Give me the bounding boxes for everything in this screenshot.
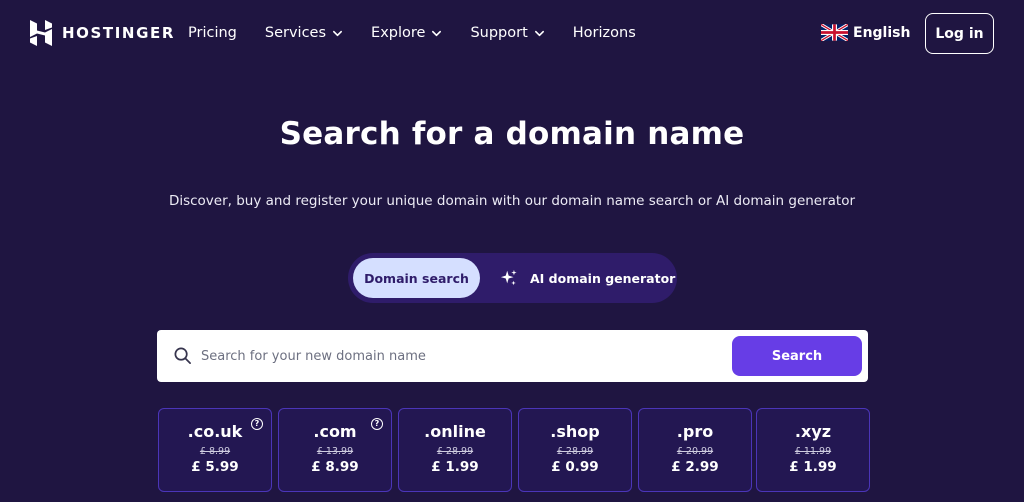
nav-item-label: Explore [371, 25, 426, 41]
language-label: English [853, 24, 911, 41]
tld-new-price: £ 2.99 [671, 459, 719, 475]
language-selector[interactable]: English [821, 24, 910, 41]
tld-card-xyz[interactable]: .xyz £ 11.99 £ 1.99 [756, 408, 870, 492]
domain-search-bar: Search [157, 330, 868, 382]
tld-name: .xyz [794, 422, 832, 441]
tld-card-com[interactable]: .com ? £ 13.99 £ 8.99 [278, 408, 392, 492]
tld-old-price: £ 28.99 [436, 446, 474, 457]
sparkle-icon [500, 269, 517, 286]
chevron-down-icon [432, 30, 442, 36]
tld-new-price: £ 1.99 [431, 459, 479, 475]
nav-menu: Pricing Services Explore Support Horizon… [188, 0, 664, 66]
search-mode-toggle: Domain search AI domain generator [348, 253, 677, 303]
page-subtitle: Discover, buy and register your unique d… [168, 193, 856, 209]
search-icon [174, 347, 191, 364]
question-circle-icon[interactable]: ? [371, 418, 383, 430]
nav-item-label: Horizons [572, 25, 636, 41]
chevron-down-icon [534, 30, 544, 36]
tld-card-co-uk[interactable]: .co.uk ? £ 8.99 £ 5.99 [158, 408, 272, 492]
tld-name: .online [424, 422, 486, 441]
tld-old-price: £ 11.99 [794, 446, 832, 457]
tld-new-price: £ 1.99 [789, 459, 837, 475]
brand-logo[interactable]: HOSTINGER [30, 20, 175, 46]
tld-old-price: £ 20.99 [676, 446, 714, 457]
question-circle-icon[interactable]: ? [251, 418, 263, 430]
tld-card-shop[interactable]: .shop £ 28.99 £ 0.99 [518, 408, 632, 492]
tab-label: AI domain generator [530, 270, 676, 286]
page-title: Search for a domain name [279, 116, 745, 152]
nav-item-label: Services [264, 25, 327, 41]
uk-flag-icon [821, 24, 848, 41]
tld-name: .pro [676, 422, 714, 441]
brand-name: HOSTINGER [62, 24, 175, 42]
tld-card-pro[interactable]: .pro £ 20.99 £ 2.99 [638, 408, 752, 492]
nav-item-pricing[interactable]: Pricing [188, 25, 237, 41]
nav-item-services[interactable]: Services [265, 25, 343, 41]
nav-item-label: Support [470, 25, 528, 41]
chevron-down-icon [333, 30, 343, 36]
tab-domain-search[interactable]: Domain search [353, 258, 480, 298]
tld-old-price: £ 8.99 [199, 446, 231, 457]
tld-new-price: £ 5.99 [191, 459, 239, 475]
tld-old-price: £ 13.99 [316, 446, 354, 457]
tld-new-price: £ 8.99 [311, 459, 359, 475]
hostinger-logo-icon [30, 20, 52, 46]
nav-item-horizons[interactable]: Horizons [573, 25, 636, 41]
nav-item-explore[interactable]: Explore [371, 25, 442, 41]
tld-new-price: £ 0.99 [551, 459, 599, 475]
domain-search-input[interactable] [201, 340, 721, 372]
nav-item-label: Pricing [188, 25, 237, 41]
tld-name: .shop [550, 422, 600, 441]
tld-card-online[interactable]: .online £ 28.99 £ 1.99 [398, 408, 512, 492]
search-button[interactable]: Search [732, 336, 862, 376]
top-navigation: HOSTINGER Pricing Services Explore Suppo… [0, 0, 1024, 66]
login-button[interactable]: Log in [925, 13, 994, 54]
nav-item-support[interactable]: Support [470, 25, 544, 41]
tld-old-price: £ 28.99 [556, 446, 594, 457]
tab-ai-domain-generator[interactable]: AI domain generator [500, 258, 675, 298]
